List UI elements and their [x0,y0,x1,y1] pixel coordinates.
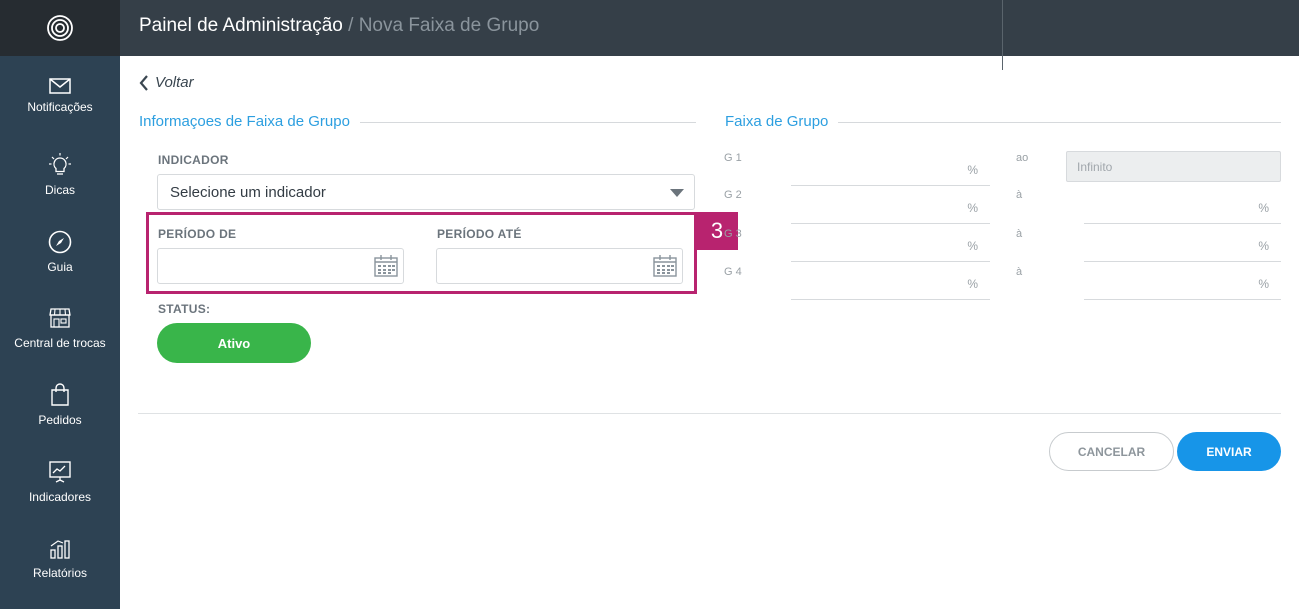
sidebar-item-label: Central de trocas [14,336,106,350]
back-link[interactable]: Voltar [139,74,194,91]
group-4-to-input[interactable]: % [1084,264,1281,300]
footer-divider [138,413,1281,414]
group-1-from-input[interactable]: % [791,150,990,186]
group-row-label: G 2 [724,189,742,201]
sidebar: Notificações Dicas Guia Central de troca… [0,0,120,609]
period-from-label: PERÍODO DE [158,227,237,241]
group-3-to-input[interactable]: % [1084,226,1281,262]
status-label: STATUS: [158,302,211,316]
sidebar-item-label: Pedidos [38,413,82,427]
group-2-from-input[interactable]: % [791,188,990,224]
group-4-from-input[interactable]: % [791,264,990,300]
bar-chart-icon [50,540,70,559]
status-toggle-button[interactable]: Ativo [157,323,311,363]
period-to-label: PERÍODO ATÉ [437,227,522,241]
sidebar-item-central-de-trocas[interactable]: Central de trocas [0,306,120,376]
period-to-input[interactable] [436,248,683,284]
breadcrumb-separator: / [348,15,354,36]
send-button[interactable]: ENVIAR [1177,432,1281,471]
group-2-to-input[interactable]: % [1084,188,1281,224]
group-1-to-input: Infinito [1066,151,1281,182]
sidebar-item-label: Dicas [44,183,75,197]
presentation-chart-icon [49,461,71,483]
compass-icon [48,230,72,254]
percent-unit: % [1258,239,1269,253]
group-row-label: G 1 [724,152,742,164]
group-3-from-input[interactable]: % [791,226,990,262]
top-header: Painel de Administração / Nova Faixa de … [120,0,1299,70]
sidebar-item-label: Indicadores [28,490,92,504]
percent-unit: % [967,239,978,253]
indicator-select-value: Selecione um indicador [170,184,326,201]
logo-icon [47,15,73,41]
percent-unit: % [1258,201,1269,215]
cancel-button[interactable]: CANCELAR [1049,432,1174,471]
sidebar-item-relatorios[interactable]: Relatórios [0,536,120,606]
back-label: Voltar [155,74,194,91]
percent-unit: % [1258,277,1269,291]
sidebar-item-notificacoes[interactable]: Notificações [0,78,120,148]
sidebar-item-guia[interactable]: Guia [0,230,120,300]
indicator-label: INDICADOR [158,153,229,167]
infinito-value: Infinito [1077,160,1113,174]
group-to-label: à [1016,228,1023,240]
sidebar-item-pedidos[interactable]: Pedidos [0,383,120,453]
header-divider [1002,0,1003,70]
indicator-select[interactable]: Selecione um indicador [157,174,695,210]
envelope-icon [49,78,71,94]
chevron-left-icon [139,74,148,91]
sidebar-item-indicadores[interactable]: Indicadores [0,460,120,530]
sidebar-item-label: Guia [47,260,73,274]
calendar-icon[interactable] [374,255,398,277]
caret-down-icon [670,189,684,197]
breadcrumb: Painel de Administração / Nova Faixa de … [139,15,539,37]
group-range-title: Faixa de Grupo [725,113,839,130]
calendar-icon[interactable] [653,255,677,277]
percent-unit: % [967,201,978,215]
storefront-icon [49,308,71,328]
period-from-input[interactable] [157,248,404,284]
sidebar-item-label: Relatórios [32,566,88,580]
group-row-label: G 4 [724,266,742,278]
group-to-label: ao [1016,152,1029,164]
page-title: Painel de Administração [139,15,343,36]
app-logo[interactable] [0,0,120,56]
shopping-bag-icon [51,383,69,406]
info-section-title: Informaçoes de Faixa de Grupo [139,113,360,130]
group-to-label: à [1016,189,1023,201]
page-subtitle: Nova Faixa de Grupo [358,15,540,36]
sidebar-item-label: Notificações [27,100,93,114]
group-to-label: à [1016,266,1023,278]
sidebar-item-dicas[interactable]: Dicas [0,153,120,223]
lightbulb-icon [49,153,71,175]
group-row-label: G 3 [724,228,742,240]
percent-unit: % [967,163,978,177]
percent-unit: % [967,277,978,291]
